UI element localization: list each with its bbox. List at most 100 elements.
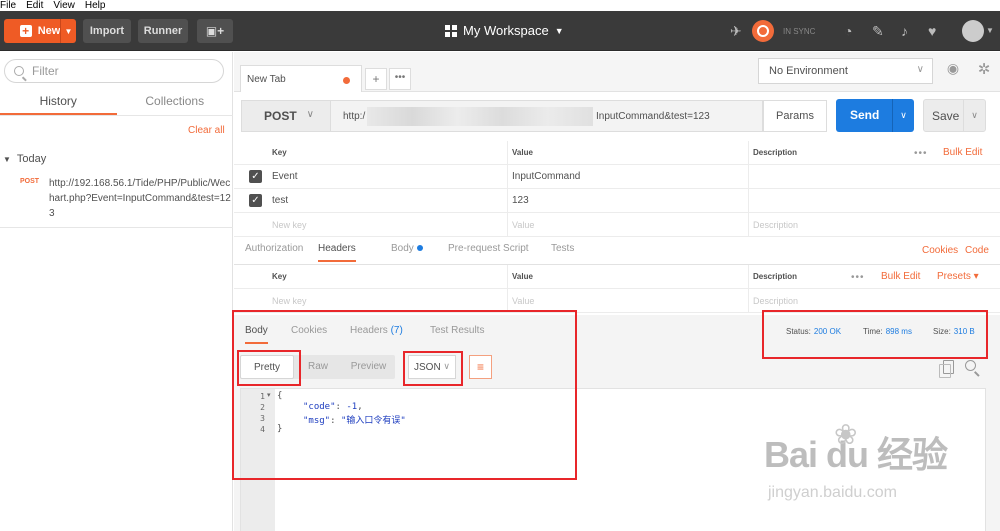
- wrap-lines-button[interactable]: ≡: [469, 355, 492, 379]
- tab-label: Headers: [350, 325, 388, 336]
- copy-icon[interactable]: [939, 360, 954, 378]
- checkbox-checked[interactable]: ✓: [249, 194, 262, 207]
- param-description[interactable]: [749, 189, 1000, 212]
- new-value-input[interactable]: Value: [508, 213, 749, 236]
- param-key[interactable]: test: [268, 189, 508, 212]
- cookies-link[interactable]: Cookies: [922, 245, 958, 256]
- history-group-today[interactable]: ▼ Today: [3, 153, 46, 165]
- new-window-button[interactable]: ▣+: [197, 19, 233, 43]
- workspace-switcher[interactable]: My Workspace ▼: [445, 23, 564, 38]
- new-button[interactable]: + New ▼: [4, 19, 76, 43]
- tab-body-label: Body: [391, 243, 414, 254]
- chevron-down-icon: ∨: [916, 64, 924, 75]
- menu-file[interactable]: File: [0, 0, 16, 11]
- tab-body[interactable]: Body: [391, 243, 423, 254]
- params-button[interactable]: Params: [763, 100, 827, 132]
- checkbox-checked[interactable]: ✓: [249, 170, 262, 183]
- param-key[interactable]: Event: [268, 165, 508, 188]
- tab-tests[interactable]: Tests: [551, 243, 574, 254]
- code-brace-open: {: [277, 391, 283, 401]
- menu-help[interactable]: Help: [85, 0, 106, 11]
- environment-value: No Environment: [769, 65, 848, 77]
- interceptor-icon[interactable]: ◔: [844, 23, 852, 39]
- new-value-input[interactable]: Value: [508, 289, 749, 312]
- time-label: Time:: [863, 327, 883, 336]
- bulk-edit-link[interactable]: Bulk Edit: [881, 271, 920, 282]
- wrench-icon[interactable]: ✎: [872, 23, 884, 39]
- status-label: Status:: [786, 327, 811, 336]
- language-select[interactable]: JSON ∨: [408, 355, 456, 379]
- wrap-icon: ≡: [476, 360, 484, 374]
- menu-view[interactable]: View: [53, 0, 75, 11]
- raw-button[interactable]: Raw: [296, 355, 340, 379]
- chevron-down-icon[interactable]: ▼: [986, 26, 994, 35]
- table-header: Key Value Description ••• Bulk Edit: [234, 141, 1000, 165]
- paw-icon: ❀: [834, 419, 858, 450]
- new-key-input[interactable]: New key: [268, 289, 508, 312]
- code-line: "msg": "输入口令有误": [303, 416, 406, 426]
- menu-edit[interactable]: Edit: [26, 0, 43, 11]
- environment-select[interactable]: No Environment ∨: [758, 58, 933, 84]
- new-description-input[interactable]: Description: [749, 213, 1000, 236]
- chevron-down-icon: ∨: [443, 361, 450, 371]
- more-options-icon[interactable]: •••: [914, 148, 928, 159]
- param-value[interactable]: InputCommand: [508, 165, 749, 188]
- format-toggle: Pretty Raw Preview: [240, 355, 395, 379]
- save-button[interactable]: Save ∨: [923, 99, 986, 132]
- presets-dropdown[interactable]: Presets ▾: [937, 271, 979, 282]
- more-tabs-button[interactable]: •••: [389, 68, 411, 90]
- preview-button[interactable]: Preview: [342, 355, 395, 379]
- filter-input[interactable]: Filter: [4, 59, 224, 83]
- table-row-new: New key Value Description: [234, 289, 1000, 313]
- json-number: -1: [346, 402, 358, 412]
- eye-icon[interactable]: ◉: [941, 60, 965, 82]
- url-input[interactable]: http:/ InputCommand&test=123: [331, 100, 763, 132]
- tab-new-tab[interactable]: New Tab: [240, 65, 362, 92]
- search-icon[interactable]: [965, 360, 976, 371]
- tab-pre-request-script[interactable]: Pre-request Script: [448, 243, 529, 254]
- tab-history[interactable]: History: [0, 90, 117, 115]
- method-select[interactable]: POST ∨: [241, 100, 331, 132]
- sync-icon[interactable]: [752, 20, 774, 42]
- gear-icon[interactable]: ✲: [972, 60, 996, 82]
- url-prefix: http:/: [343, 111, 366, 122]
- tab-headers[interactable]: Headers: [318, 243, 356, 262]
- satellite-icon[interactable]: ✈: [730, 23, 742, 39]
- param-value[interactable]: 123: [508, 189, 749, 212]
- tab-response-body[interactable]: Body: [245, 325, 268, 344]
- column-value: Value: [508, 141, 749, 164]
- tab-authorization[interactable]: Authorization: [245, 243, 303, 254]
- bell-icon[interactable]: ♪: [901, 23, 908, 39]
- bulk-edit-link[interactable]: Bulk Edit: [943, 147, 982, 158]
- column-key: Key: [268, 265, 508, 288]
- param-description[interactable]: [749, 165, 1000, 188]
- line-number: 3: [260, 414, 265, 423]
- new-description-input[interactable]: Description: [749, 289, 1000, 312]
- chevron-down-icon: ▼: [554, 25, 564, 36]
- new-key-input[interactable]: New key: [268, 213, 508, 236]
- send-button[interactable]: Send ∨: [836, 99, 914, 132]
- clear-all-link[interactable]: Clear all: [188, 125, 225, 136]
- new-dropdown-caret[interactable]: ▼: [60, 19, 76, 43]
- tab-response-cookies[interactable]: Cookies: [291, 325, 327, 336]
- new-window-icon: ▣+: [205, 24, 225, 38]
- save-dropdown-caret[interactable]: ∨: [963, 100, 985, 131]
- import-button[interactable]: Import: [83, 19, 131, 43]
- json-string: "输入口令有误": [340, 416, 406, 426]
- heart-icon[interactable]: ♥: [928, 23, 936, 39]
- tab-collections[interactable]: Collections: [117, 90, 234, 115]
- fold-icon[interactable]: ▾: [267, 391, 271, 399]
- send-dropdown-caret[interactable]: ∨: [892, 99, 914, 132]
- pretty-button[interactable]: Pretty: [240, 355, 294, 379]
- code-brace-close: }: [277, 424, 283, 434]
- tab-response-headers[interactable]: Headers (7): [350, 325, 403, 336]
- avatar[interactable]: [962, 20, 984, 42]
- runner-button[interactable]: Runner: [138, 19, 188, 43]
- plus-icon: +: [19, 25, 32, 37]
- code-link[interactable]: Code: [965, 245, 989, 256]
- group-label: Today: [16, 153, 47, 165]
- add-tab-button[interactable]: +: [365, 68, 387, 90]
- more-options-icon[interactable]: •••: [851, 272, 865, 283]
- tab-test-results[interactable]: Test Results: [430, 325, 484, 336]
- sidebar-tabs: History Collections: [0, 90, 233, 115]
